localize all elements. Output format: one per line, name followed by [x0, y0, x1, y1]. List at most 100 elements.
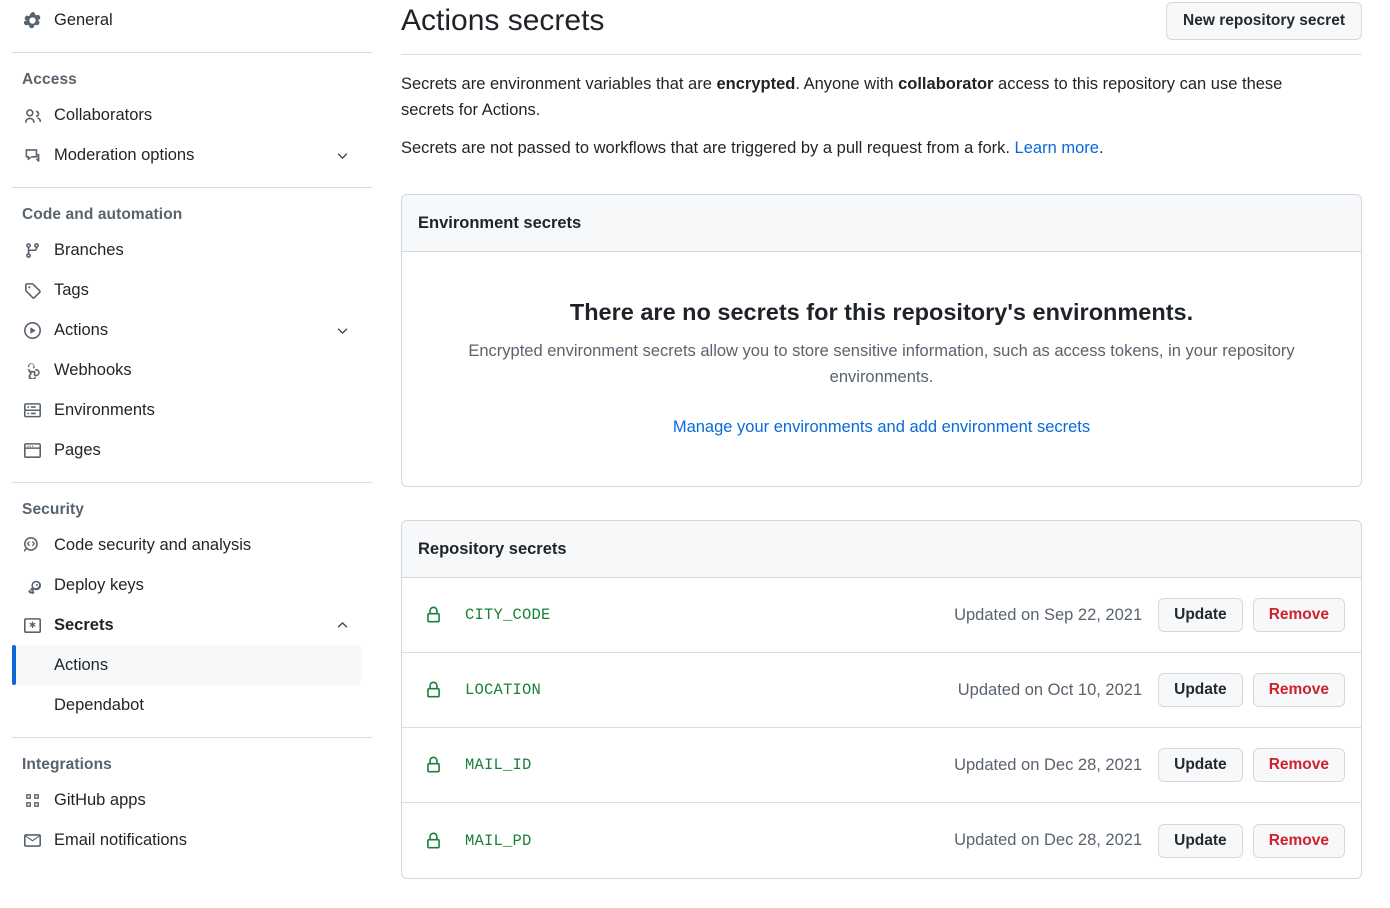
sidebar-divider [12, 52, 372, 53]
lock-icon [423, 605, 443, 625]
secrets-description-1: Secrets are environment variables that a… [401, 71, 1331, 123]
desc2-text: Secrets are not passed to workflows that… [401, 139, 1015, 157]
sidebar-group-title-code-and-automation: Code and automation [0, 200, 372, 230]
desc1-bold-collaborator: collaborator [898, 75, 993, 93]
remove-secret-button[interactable]: Remove [1253, 748, 1345, 782]
sidebar-item-label: Actions [54, 321, 334, 340]
sidebar-item-general[interactable]: General [12, 0, 362, 40]
secret-name: LOCATION [465, 681, 958, 699]
table-row: LOCATIONUpdated on Oct 10, 2021 Update Rem… [402, 653, 1361, 728]
settings-sidebar: GeneralAccessCollaboratorsModeration opt… [0, 0, 372, 908]
row-actions: Update Remove [1158, 824, 1345, 858]
sidebar-item-secrets[interactable]: Secrets [12, 605, 362, 645]
empty-state-text: Encrypted environment secrets allow you … [442, 338, 1321, 390]
update-secret-button[interactable]: Update [1158, 598, 1243, 632]
row-actions: Update Remove [1158, 748, 1345, 782]
sidebar-item-label: Secrets [54, 616, 334, 635]
learn-more-link[interactable]: Learn more [1015, 139, 1099, 157]
lock-icon [423, 755, 443, 775]
repository-secrets-list: CITY_CODEUpdated on Sep 22, 2021 Update Re… [402, 578, 1361, 878]
sidebar-item-label: Pages [54, 441, 354, 460]
sidebar-group-title-integrations: Integrations [0, 750, 372, 780]
sidebar-item-label: General [54, 11, 354, 30]
secret-name: MAIL_ID [465, 756, 954, 774]
desc1-bold-encrypted: encrypted [717, 75, 796, 93]
sidebar-item-label: Environments [54, 401, 354, 420]
sidebar-divider [12, 482, 372, 483]
desc2-suffix: . [1099, 139, 1104, 157]
asterisk-box-icon [22, 615, 42, 635]
chevron-down-icon[interactable] [334, 322, 350, 338]
sidebar-item-deploy-keys[interactable]: Deploy keys [12, 565, 362, 605]
chevron-down-icon[interactable] [334, 147, 350, 163]
sidebar-item-secrets-actions[interactable]: Actions [12, 645, 362, 685]
repository-secrets-panel: Repository secrets CITY_CODEUpdated on S… [401, 520, 1362, 879]
sidebar-item-label: GitHub apps [54, 791, 354, 810]
sidebar-item-label: Tags [54, 281, 354, 300]
selected-indicator-bar [12, 645, 16, 685]
sidebar-item-tags[interactable]: Tags [12, 270, 362, 310]
tag-icon [22, 280, 42, 300]
sidebar-item-email-notifications[interactable]: Email notifications [12, 820, 362, 860]
sidebar-item-label: Actions [54, 656, 354, 675]
key-icon [22, 575, 42, 595]
sidebar-item-code-security-and-analysis[interactable]: Code security and analysis [12, 525, 362, 565]
people-icon [22, 105, 42, 125]
sidebar-item-label: Dependabot [54, 696, 354, 715]
repository-secrets-header: Repository secrets [402, 521, 1361, 578]
lock-icon [423, 831, 443, 851]
sidebar-divider [12, 737, 372, 738]
page-title: Actions secrets [401, 2, 604, 40]
settings-page: GeneralAccessCollaboratorsModeration opt… [0, 0, 1390, 908]
sidebar-item-collaborators[interactable]: Collaborators [12, 95, 362, 135]
desc1-part2: . Anyone with [795, 75, 898, 93]
sidebar-item-branches[interactable]: Branches [12, 230, 362, 270]
webhook-icon [22, 360, 42, 380]
secret-updated-date: Updated on Oct 10, 2021 [958, 681, 1142, 700]
chevron-up-icon[interactable] [334, 617, 350, 633]
sidebar-item-secrets-dependabot[interactable]: Dependabot [12, 685, 362, 725]
sidebar-item-pages[interactable]: Pages [12, 430, 362, 470]
main-content: Actions secrets New repository secret Se… [372, 0, 1390, 908]
lock-icon [423, 680, 443, 700]
new-repository-secret-button[interactable]: New repository secret [1166, 2, 1362, 40]
environment-secrets-header: Environment secrets [402, 195, 1361, 252]
environment-secrets-panel: Environment secrets There are no secrets… [401, 194, 1362, 487]
play-icon [22, 320, 42, 340]
sidebar-item-actions[interactable]: Actions [12, 310, 362, 350]
manage-environments-link[interactable]: Manage your environments and add environ… [673, 418, 1090, 436]
remove-secret-button[interactable]: Remove [1253, 824, 1345, 858]
secret-updated-date: Updated on Dec 28, 2021 [954, 831, 1142, 850]
row-actions: Update Remove [1158, 673, 1345, 707]
environment-secrets-empty-state: There are no secrets for this repository… [402, 252, 1361, 486]
codescan-icon [22, 535, 42, 555]
secret-name: CITY_CODE [465, 606, 954, 624]
secret-updated-date: Updated on Dec 28, 2021 [954, 756, 1142, 775]
sidebar-item-label: Webhooks [54, 361, 354, 380]
update-secret-button[interactable]: Update [1158, 824, 1243, 858]
gear-icon [22, 10, 42, 30]
sidebar-divider [12, 187, 372, 188]
row-actions: Update Remove [1158, 598, 1345, 632]
desc1-part1: Secrets are environment variables that a… [401, 75, 717, 93]
table-row: MAIL_IDUpdated on Dec 28, 2021 Update Remo… [402, 728, 1361, 803]
sidebar-group-title-security: Security [0, 495, 372, 525]
sidebar-item-environments[interactable]: Environments [12, 390, 362, 430]
sidebar-item-label: Branches [54, 241, 354, 260]
sidebar-item-label: Collaborators [54, 106, 354, 125]
update-secret-button[interactable]: Update [1158, 673, 1243, 707]
sidebar-item-webhooks[interactable]: Webhooks [12, 350, 362, 390]
secret-updated-date: Updated on Sep 22, 2021 [954, 606, 1142, 625]
remove-secret-button[interactable]: Remove [1253, 598, 1345, 632]
page-header: Actions secrets New repository secret [401, 0, 1362, 55]
table-row: CITY_CODEUpdated on Sep 22, 2021 Update Re… [402, 578, 1361, 653]
apps-grid-icon [22, 790, 42, 810]
sidebar-item-label: Deploy keys [54, 576, 354, 595]
sidebar-item-moderation-options[interactable]: Moderation options [12, 135, 362, 175]
sidebar-item-label: Code security and analysis [54, 536, 354, 555]
sidebar-item-github-apps[interactable]: GitHub apps [12, 780, 362, 820]
sidebar-item-label: Moderation options [54, 146, 334, 165]
update-secret-button[interactable]: Update [1158, 748, 1243, 782]
table-row: MAIL_PDUpdated on Dec 28, 2021UpdateRemo… [402, 803, 1361, 878]
remove-secret-button[interactable]: Remove [1253, 673, 1345, 707]
